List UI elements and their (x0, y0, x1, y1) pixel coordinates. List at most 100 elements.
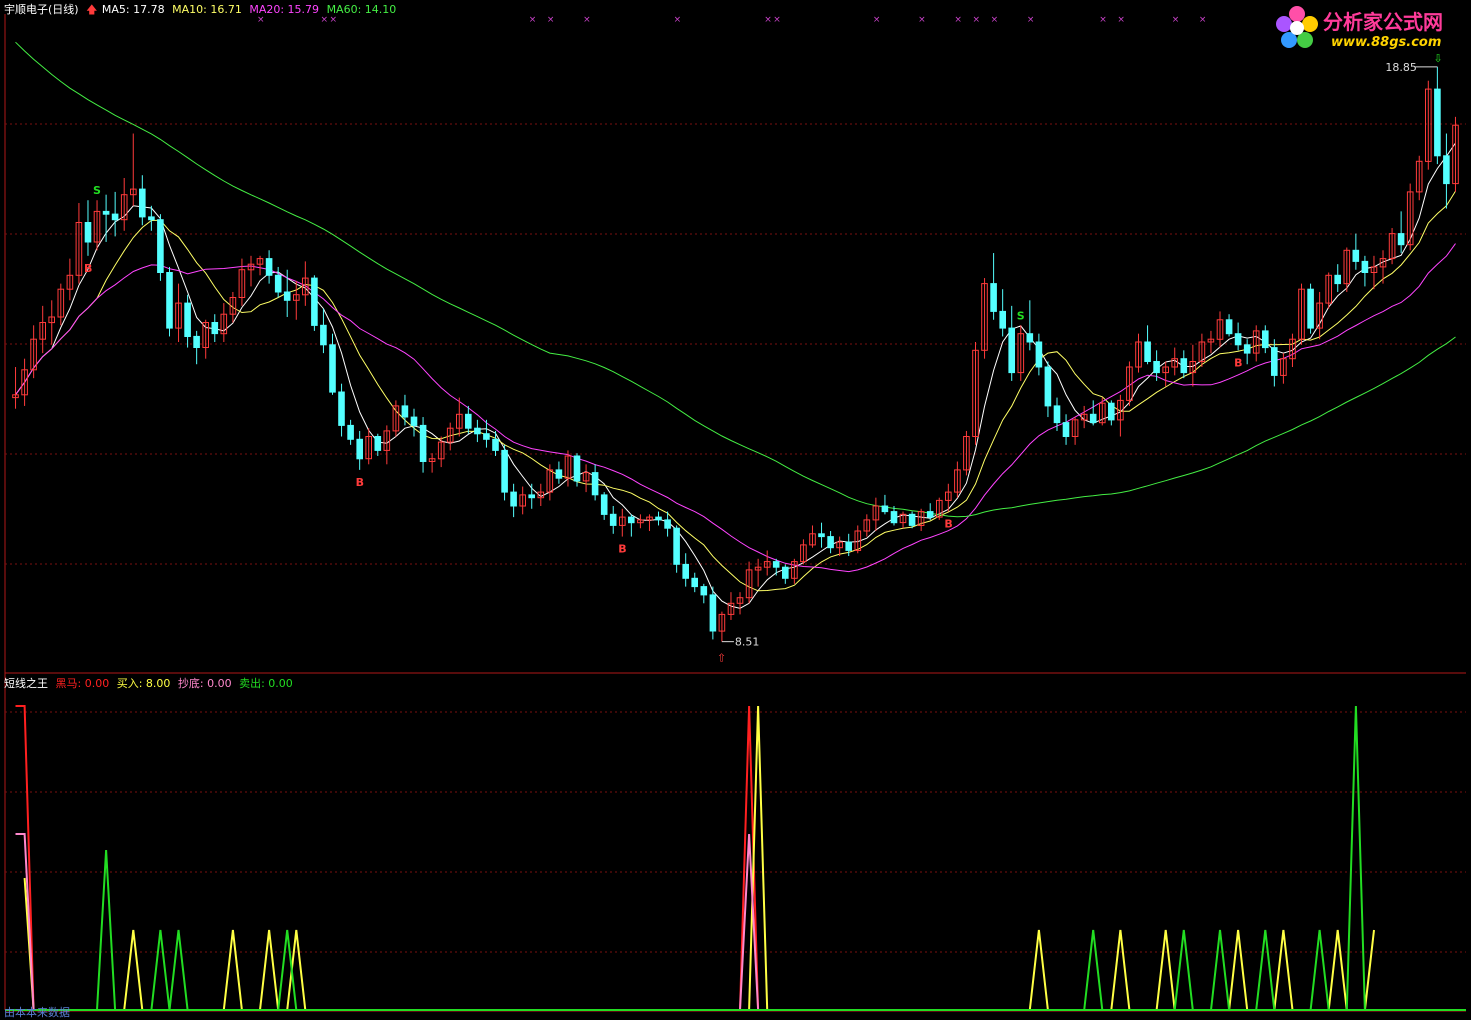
candle-body (338, 391, 345, 426)
ma60-label: MA60: 14.10 (326, 3, 397, 16)
candle (1434, 66, 1441, 165)
candle (410, 408, 418, 437)
candle (93, 200, 101, 251)
candle-body (501, 449, 508, 493)
candle-body (1035, 341, 1043, 368)
candle (347, 419, 354, 445)
candle (1162, 361, 1170, 387)
candle (211, 314, 219, 342)
candle (818, 522, 825, 548)
candle (655, 511, 662, 526)
candle (990, 253, 997, 320)
candle-body (691, 577, 699, 588)
candle-body (510, 491, 517, 507)
candle (111, 191, 119, 237)
candle (175, 283, 182, 342)
candle (465, 405, 472, 434)
candle (1443, 133, 1450, 209)
stock-title: 宇顺电子(日线) (4, 3, 79, 16)
signal-B: B (618, 543, 626, 556)
candle (139, 175, 146, 226)
candle (102, 194, 110, 242)
candle (492, 430, 499, 456)
candle-body (655, 516, 662, 521)
x-marker: × (773, 15, 781, 25)
candle-body (1434, 88, 1441, 157)
candle-body (908, 513, 916, 526)
candle (1325, 272, 1333, 309)
candle-body (474, 427, 481, 435)
candle (265, 250, 273, 284)
candle-body (628, 516, 635, 524)
candle-body (111, 213, 119, 221)
candle-body (211, 322, 219, 335)
candle (293, 280, 300, 320)
candle (12, 367, 19, 409)
candle-body (320, 324, 327, 346)
candle (619, 508, 626, 537)
candle (1452, 116, 1459, 192)
candle-body (1225, 319, 1233, 335)
candle-body (990, 283, 997, 312)
candle (428, 453, 436, 473)
candle (392, 400, 400, 437)
candle-body (157, 219, 164, 273)
ma20-label: MA20: 15.79 (249, 3, 320, 16)
site-logo: 分析家公式网 www.88gs.com (1271, 2, 1467, 58)
ma5-label: MA5: 17.78 (101, 3, 165, 16)
candle (302, 261, 309, 306)
candle (166, 266, 173, 337)
candle (972, 342, 979, 445)
candle (1071, 417, 1079, 445)
candle (329, 333, 336, 395)
signal-B: B (356, 476, 364, 489)
candle-body (600, 494, 608, 515)
candle (854, 525, 862, 554)
candle (528, 483, 536, 509)
candle (1252, 325, 1260, 362)
candle (1035, 333, 1043, 376)
candle (1180, 350, 1188, 379)
candle-body (673, 527, 680, 565)
stock-chart[interactable]: 18.85⇩8.51⇧BSBBBSB× × × × × × × × × × × × × × × × × × × (0, 0, 1471, 1019)
candle (899, 511, 907, 529)
candle (637, 514, 644, 529)
candle (157, 214, 164, 281)
candle (1307, 283, 1314, 334)
candle-body (283, 291, 291, 301)
candle-body (926, 511, 934, 518)
x-marker: × (674, 15, 682, 25)
candle-body (483, 433, 490, 440)
candle (21, 358, 28, 406)
candle (954, 461, 961, 498)
indicator-line (23, 705, 1375, 1011)
candle (75, 203, 83, 284)
candle (1089, 400, 1097, 426)
candle (220, 303, 228, 342)
candle-body (1144, 341, 1151, 362)
ma60-line (15, 41, 1456, 518)
candle (736, 592, 744, 615)
candle (1388, 228, 1396, 265)
candle (745, 561, 753, 604)
candle-body (782, 566, 789, 579)
candle (510, 483, 517, 518)
candle (1062, 414, 1070, 445)
candle-body (401, 405, 409, 418)
x-marker: × (1172, 15, 1180, 25)
candle (546, 464, 554, 501)
candle (691, 572, 699, 593)
candle-body (1153, 361, 1160, 374)
candle (1216, 311, 1224, 348)
candle-body (265, 258, 273, 276)
candle-body (827, 536, 834, 549)
candle-body (374, 436, 382, 451)
candle (926, 503, 934, 520)
candle-body (609, 513, 617, 526)
x-marker: × (1099, 15, 1107, 25)
high-price-label: 18.85 (1385, 61, 1417, 74)
candle (1352, 233, 1360, 270)
candle (600, 492, 608, 520)
candle (338, 383, 345, 437)
candle (709, 586, 717, 640)
